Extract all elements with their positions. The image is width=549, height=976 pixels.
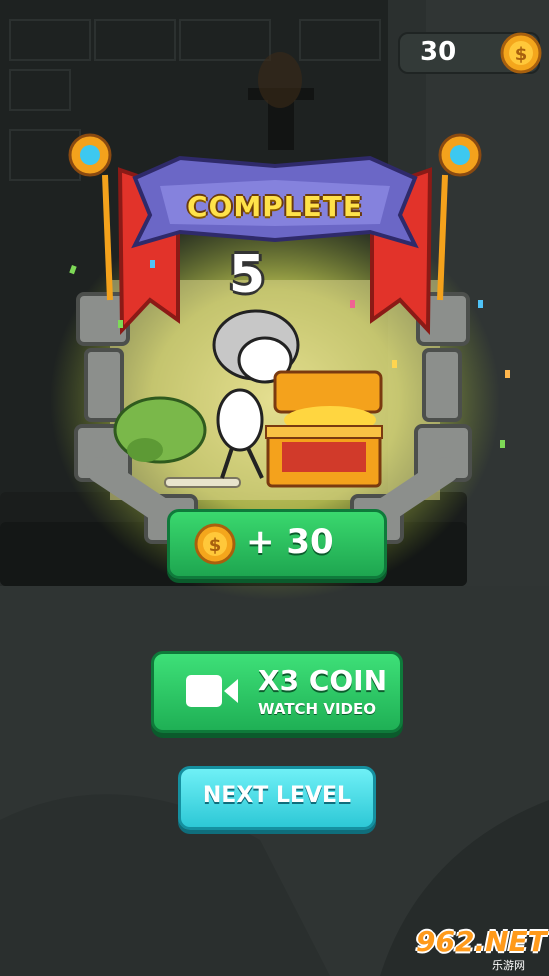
reward-amount: + 30 <box>246 522 334 562</box>
watermark-logo: 962.NET 乐游网 <box>406 925 547 972</box>
coin-icon: $ <box>194 523 236 565</box>
x3-coin-label: X3 COIN <box>258 664 388 697</box>
watermark-text: 962.NET <box>416 925 547 958</box>
level-complete-popup: 30 $ COMPLETE 5 $ + 30 X3 COIN WATCH VID… <box>0 0 549 976</box>
complete-title: COMPLETE <box>187 190 363 223</box>
coin-count: 30 <box>420 37 457 67</box>
next-level-label: NEXT LEVEL <box>202 783 352 808</box>
coin-counter: 30 $ <box>398 32 542 74</box>
next-level-button[interactable]: NEXT LEVEL <box>178 766 376 830</box>
watch-video-label: WATCH VIDEO <box>258 700 376 718</box>
level-number: 5 <box>228 245 266 305</box>
video-camera-icon <box>186 675 238 707</box>
reward-panel: $ + 30 <box>167 509 387 579</box>
svg-text:$: $ <box>209 535 222 556</box>
x3-coin-button[interactable]: X3 COIN WATCH VIDEO <box>151 651 403 733</box>
svg-text:$: $ <box>515 44 528 65</box>
watermark-subtext: 乐游网 <box>492 959 525 972</box>
coin-icon: $ <box>500 32 542 74</box>
